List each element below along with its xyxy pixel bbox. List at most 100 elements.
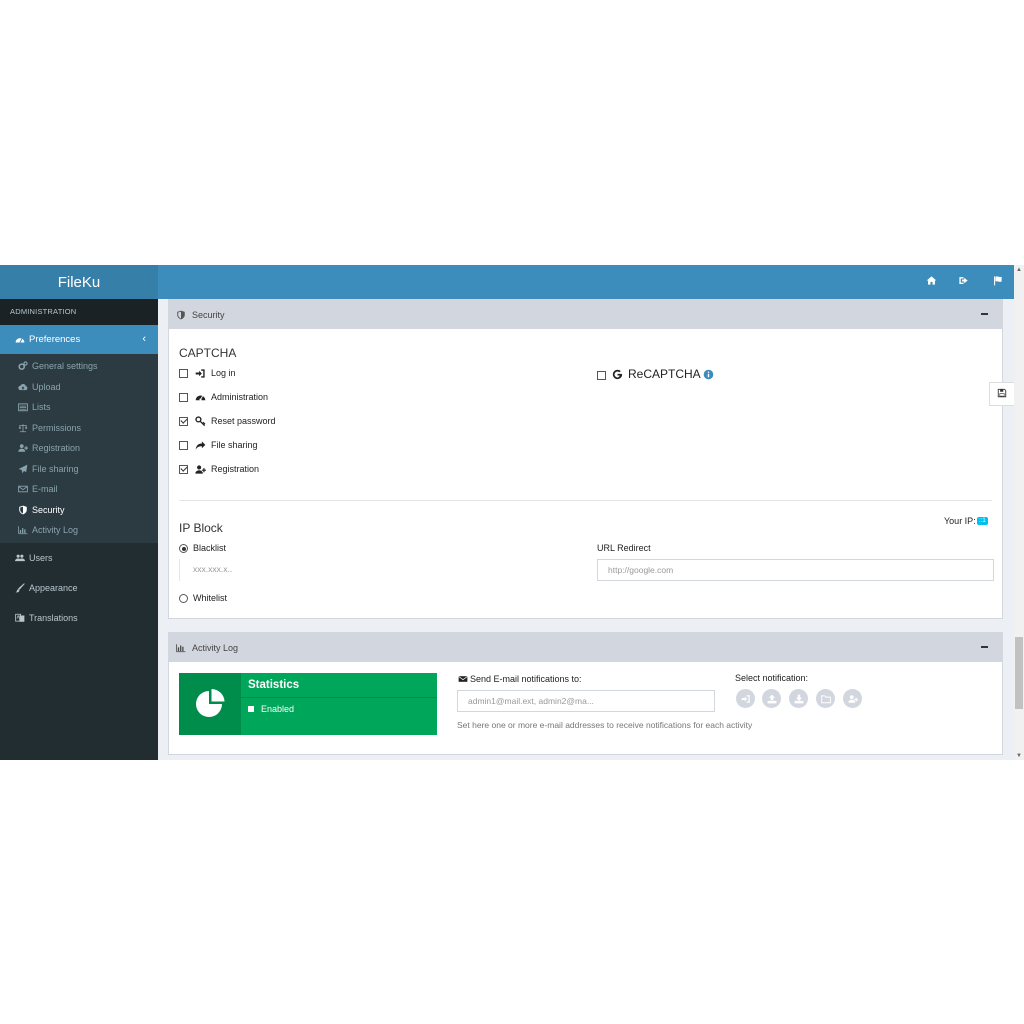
user-plus-icon (194, 463, 206, 475)
folder-icon[interactable] (816, 689, 835, 708)
list-icon (17, 401, 29, 413)
bar-chart-icon (17, 524, 29, 536)
divider (241, 697, 437, 698)
google-icon (611, 368, 623, 380)
statistics-title: Statistics (248, 679, 300, 691)
captcha-file-sharing-checkbox[interactable] (179, 441, 188, 450)
collapse-icon[interactable] (981, 646, 988, 648)
sidebar-item-activity-log[interactable]: Activity Log (0, 520, 158, 541)
login-icon[interactable] (736, 689, 755, 708)
recaptcha-checkbox[interactable] (597, 371, 606, 380)
blacklist-radio[interactable] (179, 544, 188, 553)
user-plus-icon[interactable] (843, 689, 862, 708)
sidebar-item-label: Registration (32, 443, 81, 454)
sidebar-item-general-settings[interactable]: General settings (0, 356, 158, 377)
flag-icon[interactable] (992, 275, 1006, 289)
your-ip-label: Your IP: (944, 516, 976, 526)
checkbox-icon (248, 706, 254, 712)
save-button[interactable] (989, 382, 1015, 406)
email-notify-label: Send E-mail notifications to: (457, 673, 582, 685)
top-navbar (158, 265, 1024, 299)
captcha-reset-password-checkbox[interactable] (179, 417, 188, 426)
activity-log-panel-header[interactable]: Activity Log (169, 633, 1002, 662)
pie-chart-icon (179, 673, 241, 735)
sidebar-item-label: Lists (32, 402, 51, 413)
email-notify-input[interactable]: admin1@mail.ext, admin2@ma... (457, 690, 715, 712)
sidebar-item-email[interactable]: E-mail (0, 479, 158, 500)
logout-icon[interactable] (958, 275, 972, 289)
divider (179, 500, 992, 501)
sidebar-item-label: Users (29, 552, 53, 563)
users-icon (14, 552, 26, 564)
sidebar-item-label: Security (32, 504, 65, 515)
sidebar-main-menu: Users Appearance Translations (0, 543, 158, 633)
brush-icon (14, 582, 26, 594)
activity-log-panel-title: Activity Log (192, 642, 239, 653)
content-area: Security CAPTCHA Log in Administration R… (158, 299, 1015, 760)
floppy-disk-icon (997, 388, 1007, 401)
sidebar-item-translations[interactable]: Translations (0, 603, 158, 633)
captcha-administration-label: Administration (194, 391, 268, 403)
scrollbar[interactable]: ▲ ▼ (1014, 265, 1024, 760)
sidebar-item-lists[interactable]: Lists (0, 397, 158, 418)
balance-icon (17, 422, 29, 434)
sidebar-item-upload[interactable]: Upload (0, 377, 158, 398)
cloud-upload-icon (17, 381, 29, 393)
dashboard-icon (14, 334, 26, 346)
statistics-infobox[interactable]: Statistics Enabled (179, 673, 437, 735)
shield-icon (17, 504, 29, 516)
captcha-reset-password-label: Reset password (194, 415, 276, 427)
sidebar-item-file-sharing[interactable]: File sharing (0, 459, 158, 480)
captcha-title: CAPTCHA (179, 346, 237, 360)
captcha-administration-checkbox[interactable] (179, 393, 188, 402)
sidebar-header: ADMINISTRATION (0, 299, 158, 325)
sidebar-item-label: Appearance (29, 582, 78, 593)
sidebar-item-preferences[interactable]: Preferences ‹ (0, 325, 158, 354)
sidebar-item-label: Preferences (29, 334, 81, 345)
scroll-up-icon[interactable]: ▲ (1016, 267, 1022, 273)
ip-block-title: IP Block (179, 521, 223, 535)
download-icon[interactable] (789, 689, 808, 708)
url-redirect-label: URL Redirect (597, 543, 651, 553)
shield-icon (175, 309, 187, 321)
blacklist-label: Blacklist (193, 543, 227, 553)
collapse-icon[interactable] (981, 313, 988, 315)
sidebar-item-security[interactable]: Security (0, 500, 158, 521)
captcha-file-sharing-label: File sharing (194, 439, 258, 451)
app-logo[interactable]: FileKu (0, 265, 158, 299)
security-panel-header[interactable]: Security (169, 300, 1002, 329)
captcha-registration-checkbox[interactable] (179, 465, 188, 474)
captcha-login-checkbox[interactable] (179, 369, 188, 378)
sidebar-item-permissions[interactable]: Permissions (0, 418, 158, 439)
captcha-registration-label: Registration (194, 463, 259, 475)
your-ip-badge: ::1 (977, 517, 988, 525)
dashboard-icon (194, 391, 206, 403)
url-redirect-input[interactable]: http://google.com (597, 559, 994, 581)
whitelist-label: Whitelist (193, 593, 228, 603)
sidebar-item-users[interactable]: Users (0, 543, 158, 573)
home-icon[interactable] (926, 275, 940, 289)
sidebar-item-registration[interactable]: Registration (0, 438, 158, 459)
scroll-down-icon[interactable]: ▼ (1016, 753, 1022, 759)
login-icon (194, 367, 206, 379)
sidebar-item-label: E-mail (32, 484, 58, 495)
security-panel-title: Security (192, 309, 225, 320)
security-panel: Security CAPTCHA Log in Administration R… (168, 299, 1003, 619)
share-icon (194, 439, 206, 451)
translate-icon (14, 612, 26, 624)
scrollbar-thumb[interactable] (1015, 637, 1023, 709)
app-window: FileKu ADMINISTRATION Preferences ‹ Gene… (0, 265, 1024, 760)
key-icon (194, 415, 206, 427)
chevron-left-icon: ‹ (142, 333, 146, 345)
info-icon[interactable] (703, 368, 715, 380)
recaptcha-label: ReCAPTCHA (611, 367, 718, 381)
upload-icon[interactable] (762, 689, 781, 708)
select-notification-label: Select notification: (735, 673, 809, 683)
whitelist-radio[interactable] (179, 594, 188, 603)
cogs-icon (17, 360, 29, 372)
email-help-text: Set here one or more e-mail addresses to… (457, 720, 753, 730)
sidebar-item-appearance[interactable]: Appearance (0, 573, 158, 603)
blacklist-input[interactable]: xxx.xxx.x.. (179, 559, 239, 581)
sidebar-item-label: File sharing (32, 463, 79, 474)
statistics-status[interactable]: Enabled (248, 704, 294, 714)
